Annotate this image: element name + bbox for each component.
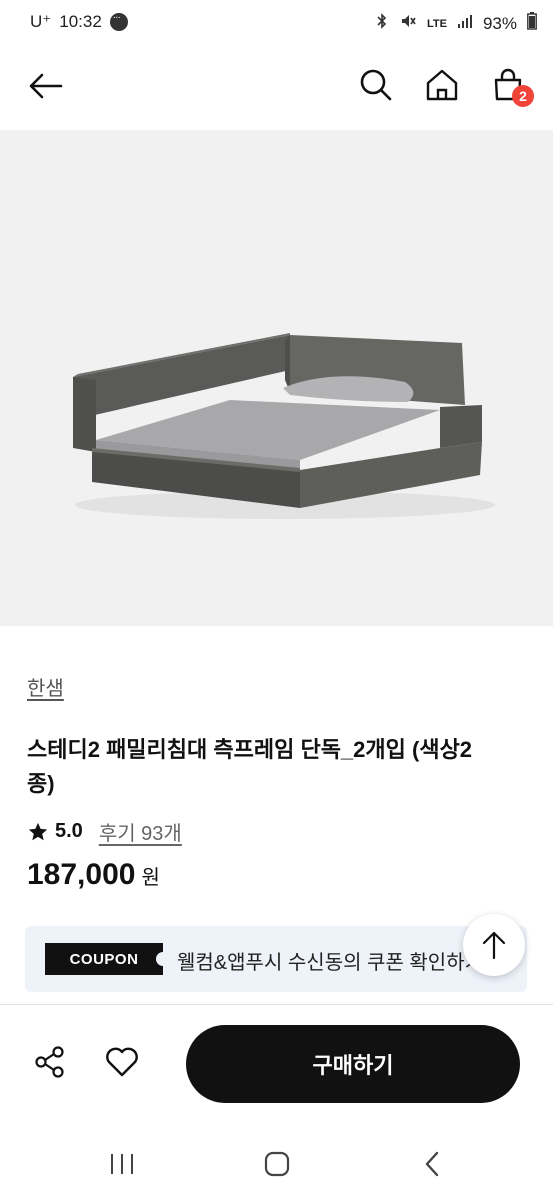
recents-icon <box>111 1154 133 1174</box>
signal-icon <box>457 13 473 34</box>
rating-score: 5.0 <box>55 820 83 842</box>
wishlist-button[interactable] <box>100 1040 144 1084</box>
heart-icon <box>106 1047 138 1077</box>
share-button[interactable] <box>28 1040 72 1084</box>
system-nav-bar <box>0 1130 553 1200</box>
status-left: U⁺ 10:32 <box>30 12 128 32</box>
home-icon <box>426 69 458 101</box>
price-value: 187,000 <box>27 858 136 891</box>
cart-count-badge: 2 <box>512 85 534 107</box>
reviews-link[interactable]: 후기 93개 <box>99 817 182 846</box>
coupon-banner[interactable]: COUPON 웰컴&앱푸시 수신동의 쿠폰 확인하기 <box>25 926 527 992</box>
bed-illustration <box>73 333 495 519</box>
status-bar: U⁺ 10:32 LTE 93% <box>0 0 553 48</box>
message-icon <box>109 12 128 31</box>
bluetooth-icon <box>375 12 389 35</box>
search-button[interactable] <box>356 65 396 105</box>
chevron-left-icon <box>425 1151 439 1177</box>
arrow-up-icon <box>482 931 506 960</box>
price-currency: 원 <box>141 867 160 889</box>
network-label: LTE <box>427 17 447 30</box>
home-square-icon <box>264 1151 290 1177</box>
arrow-left-icon <box>29 73 63 99</box>
status-right: LTE 93% <box>375 12 537 35</box>
coupon-tag: COUPON <box>45 943 170 975</box>
share-icon <box>35 1046 64 1078</box>
brand-link[interactable]: 한샘 <box>27 672 64 701</box>
back-nav-button[interactable] <box>410 1144 454 1184</box>
scroll-to-top-button[interactable] <box>463 914 525 976</box>
star-icon <box>28 822 48 840</box>
coupon-text: 웰컴&앱푸시 수신동의 쿠폰 확인하기 <box>177 952 484 974</box>
home-button[interactable] <box>422 65 462 105</box>
mute-icon <box>399 12 417 35</box>
search-icon <box>360 69 392 101</box>
product-title: 스테디2 패밀리침대 측프레임 단독_2개입 (색상2종) <box>27 737 473 796</box>
buy-button[interactable]: 구매하기 <box>186 1025 520 1103</box>
product-image[interactable] <box>0 130 553 626</box>
battery-label: 93% <box>482 13 517 33</box>
home-nav-button[interactable] <box>255 1144 299 1184</box>
clock: 10:32 <box>59 12 102 31</box>
recent-apps-button[interactable] <box>100 1144 144 1184</box>
battery-icon <box>527 12 537 35</box>
back-button[interactable] <box>26 66 66 106</box>
divider <box>0 1004 553 1005</box>
cart-button[interactable]: 2 <box>488 65 534 107</box>
price-row: 187,000 원 <box>27 858 160 892</box>
rating-row: 5.0 후기 93개 <box>27 817 182 846</box>
top-app-bar: 2 <box>0 48 553 128</box>
carrier-label: U⁺ <box>30 12 52 31</box>
